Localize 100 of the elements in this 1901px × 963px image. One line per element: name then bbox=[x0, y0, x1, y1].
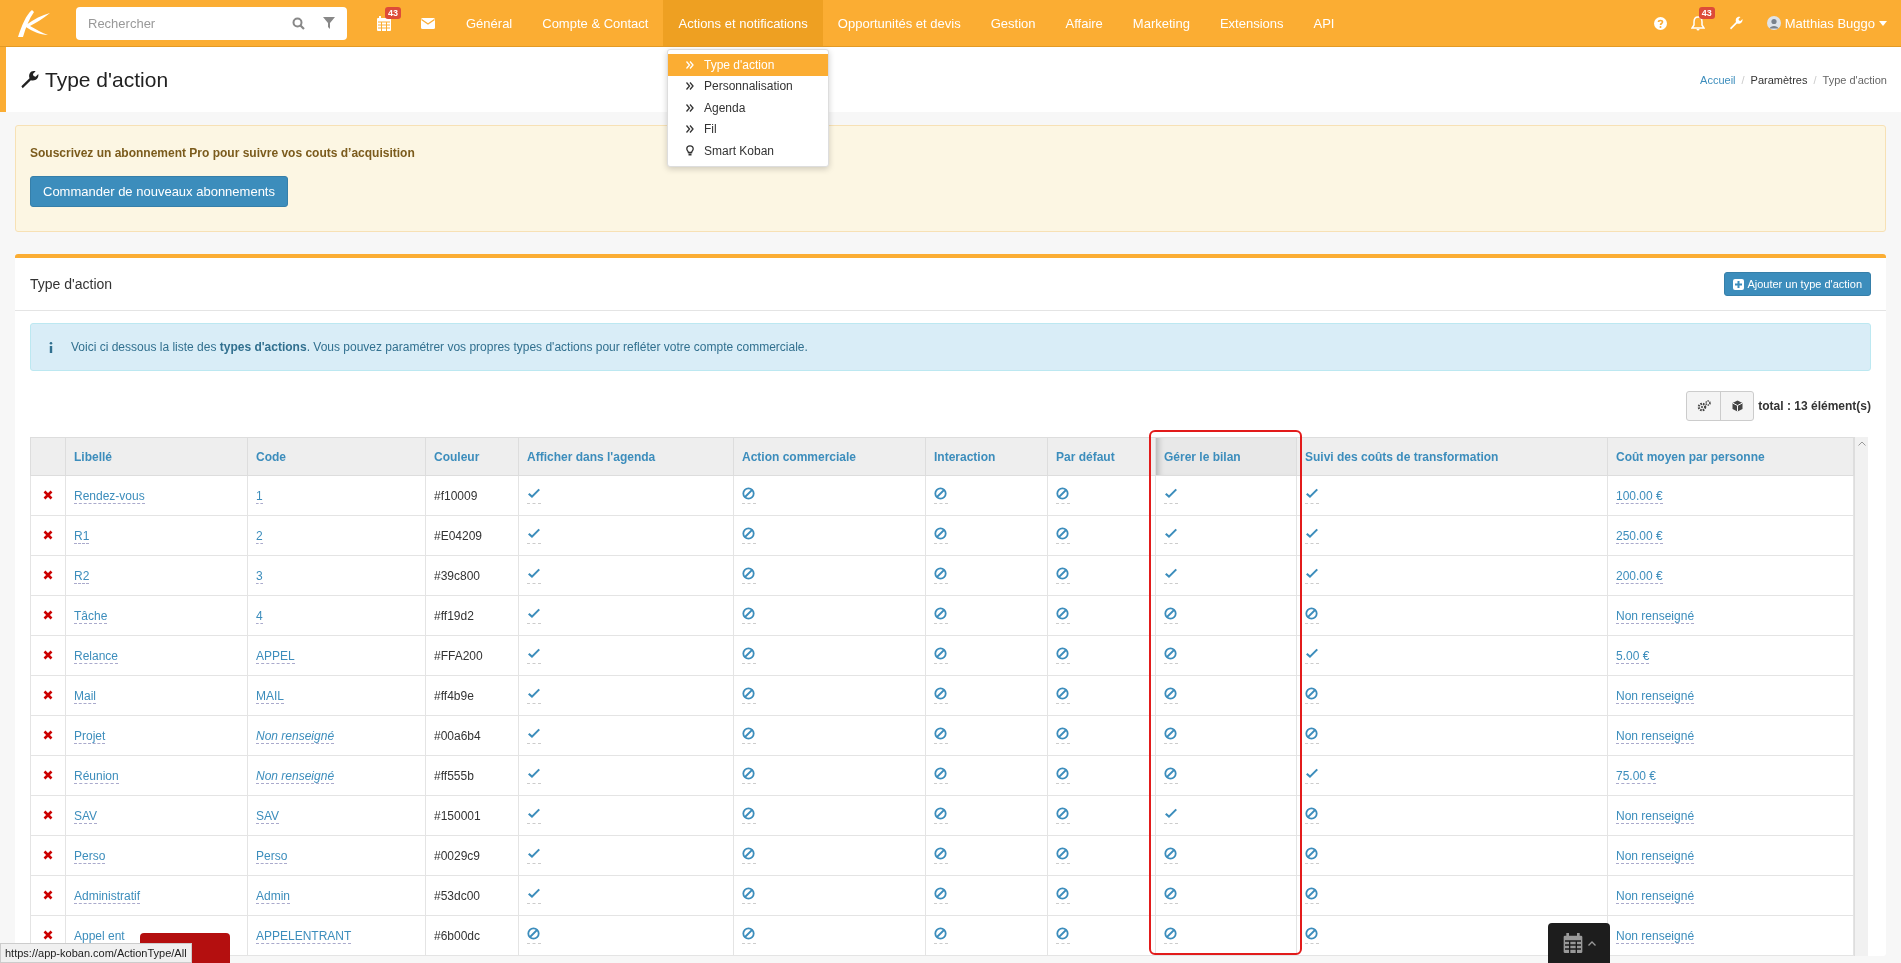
menu-item[interactable]: Fil bbox=[668, 118, 828, 140]
cost-link[interactable]: 200.00 € bbox=[1616, 568, 1663, 584]
calendar-icon[interactable] bbox=[377, 15, 391, 31]
label-link[interactable]: Réunion bbox=[74, 768, 119, 784]
check-icon bbox=[1164, 567, 1178, 580]
column-header[interactable]: Interaction bbox=[925, 437, 1048, 476]
label-link[interactable]: Tâche bbox=[74, 608, 108, 624]
delete-icon[interactable] bbox=[43, 889, 53, 900]
check-icon bbox=[1305, 767, 1319, 780]
prohibited-icon bbox=[934, 887, 947, 900]
prohibited-icon bbox=[1305, 887, 1318, 900]
code-link[interactable]: Admin bbox=[256, 888, 290, 904]
prohibited-icon bbox=[1305, 847, 1318, 860]
delete-icon[interactable] bbox=[43, 769, 53, 780]
column-header[interactable]: Suivi des coûts de transformation bbox=[1296, 437, 1608, 476]
check-icon bbox=[527, 847, 541, 860]
column-header[interactable]: Afficher dans l'agenda bbox=[518, 437, 734, 476]
search-icon[interactable] bbox=[292, 16, 305, 30]
prohibited-icon bbox=[742, 567, 755, 580]
code-link[interactable]: MAIL bbox=[256, 688, 284, 704]
cost-link[interactable]: Non renseigné bbox=[1616, 688, 1695, 704]
check-icon bbox=[527, 807, 541, 820]
code-link[interactable]: SAV bbox=[256, 808, 280, 824]
double-chevron-icon bbox=[686, 103, 694, 112]
column-header[interactable]: Coût moyen par personne bbox=[1607, 437, 1854, 476]
check-icon bbox=[527, 567, 541, 580]
label-link[interactable]: SAV bbox=[74, 808, 98, 824]
breadcrumb[interactable]: Accueil bbox=[1700, 73, 1736, 86]
nav-tab[interactable]: Actions et notifications bbox=[663, 0, 823, 46]
order-button[interactable]: Commander de nouveaux abonnements bbox=[30, 176, 288, 207]
prohibited-icon bbox=[742, 527, 755, 540]
menu-item[interactable]: Agenda bbox=[668, 97, 828, 119]
column-header[interactable]: Code bbox=[247, 437, 426, 476]
delete-icon[interactable] bbox=[43, 609, 53, 620]
label-link[interactable]: Rendez-vous bbox=[74, 488, 145, 504]
delete-icon[interactable] bbox=[43, 929, 53, 940]
table-cell: #00a6b4 bbox=[425, 715, 519, 756]
delete-icon[interactable] bbox=[43, 649, 53, 660]
column-header[interactable]: Gérer le bilan bbox=[1155, 437, 1297, 476]
cost-link[interactable]: 100.00 € bbox=[1616, 488, 1663, 504]
cost-link[interactable]: Non renseigné bbox=[1616, 928, 1695, 944]
cost-link[interactable]: 75.00 € bbox=[1616, 768, 1657, 784]
prohibited-icon bbox=[1056, 607, 1069, 620]
label-link[interactable]: Projet bbox=[74, 728, 106, 744]
filter-icon[interactable] bbox=[323, 16, 335, 29]
prohibited-icon bbox=[934, 607, 947, 620]
code-link[interactable]: 1 bbox=[256, 488, 263, 504]
prohibited-icon bbox=[1056, 807, 1069, 820]
label-link[interactable]: Mail bbox=[74, 688, 96, 704]
prohibited-icon bbox=[527, 927, 540, 940]
prohibited-icon bbox=[934, 567, 947, 580]
search-field[interactable]: Rechercher bbox=[76, 6, 347, 40]
add-button[interactable]: Ajouter un type d'action bbox=[1724, 272, 1871, 296]
cost-link[interactable]: 5.00 € bbox=[1616, 648, 1650, 664]
delete-icon[interactable] bbox=[43, 729, 53, 740]
menu-item[interactable]: Smart Koban bbox=[668, 140, 828, 162]
info-icon bbox=[49, 341, 53, 353]
bell-icon[interactable] bbox=[1690, 15, 1705, 31]
delete-icon[interactable] bbox=[43, 529, 53, 540]
scrollbar[interactable] bbox=[1854, 437, 1868, 956]
table-cell: #53dc00 bbox=[425, 875, 519, 916]
label-link[interactable]: R2 bbox=[74, 568, 90, 584]
cost-link[interactable]: 250.00 € bbox=[1616, 528, 1663, 544]
table-cell: #FFA200 bbox=[425, 635, 519, 676]
delete-icon[interactable] bbox=[43, 809, 53, 820]
code-link[interactable]: APPELENTRANT bbox=[256, 928, 352, 944]
code-link[interactable]: 2 bbox=[256, 528, 263, 544]
column-header[interactable]: Libellé bbox=[65, 437, 248, 476]
calendar-widget[interactable] bbox=[1548, 923, 1610, 963]
code-link[interactable]: APPEL bbox=[256, 648, 295, 664]
menu-item[interactable]: Personnalisation bbox=[668, 75, 828, 97]
delete-icon[interactable] bbox=[43, 489, 53, 500]
label-link[interactable]: R1 bbox=[74, 528, 90, 544]
caret-icon bbox=[1879, 20, 1887, 26]
cost-link[interactable]: Non renseigné bbox=[1616, 888, 1695, 904]
cost-link[interactable]: Non renseigné bbox=[1616, 848, 1695, 864]
prohibited-icon bbox=[742, 487, 755, 500]
column-header[interactable]: Par défaut bbox=[1047, 437, 1156, 476]
wrench-icon bbox=[20, 70, 39, 89]
check-icon bbox=[527, 647, 541, 660]
cost-link[interactable]: Non renseigné bbox=[1616, 608, 1695, 624]
check-icon bbox=[527, 887, 541, 900]
cost-link[interactable]: Non renseigné bbox=[1616, 808, 1695, 824]
delete-icon[interactable] bbox=[43, 849, 53, 860]
code-link[interactable]: 4 bbox=[256, 608, 263, 624]
label-link[interactable]: Relance bbox=[74, 648, 119, 664]
delete-icon[interactable] bbox=[43, 569, 53, 580]
code-link[interactable]: Non renseigné bbox=[256, 728, 335, 744]
double-chevron-icon bbox=[686, 125, 694, 134]
check-icon bbox=[1305, 527, 1319, 540]
label-link[interactable]: Perso bbox=[74, 848, 106, 864]
label-link[interactable]: Administratif bbox=[74, 888, 141, 904]
code-link[interactable]: Perso bbox=[256, 848, 288, 864]
prohibited-icon bbox=[742, 607, 755, 620]
column-header[interactable]: Couleur bbox=[425, 437, 519, 476]
delete-icon[interactable] bbox=[43, 689, 53, 700]
code-link[interactable]: 3 bbox=[256, 568, 263, 584]
column-header[interactable]: Action commerciale bbox=[733, 437, 926, 476]
cost-link[interactable]: Non renseigné bbox=[1616, 728, 1695, 744]
code-link[interactable]: Non renseigné bbox=[256, 768, 335, 784]
